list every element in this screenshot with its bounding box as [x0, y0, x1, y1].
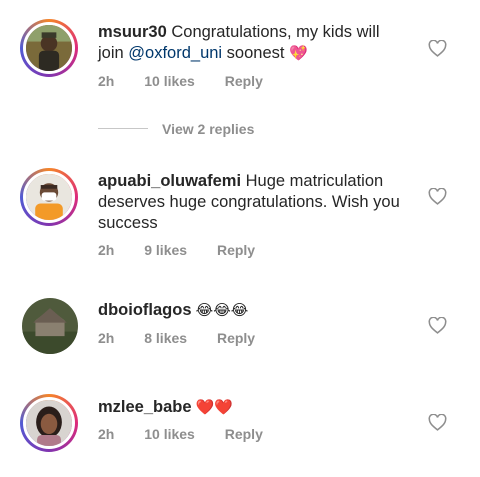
likes-count[interactable]: 10 likes — [144, 73, 195, 89]
likes-count[interactable]: 10 likes — [144, 426, 195, 442]
avatar[interactable] — [20, 19, 78, 77]
reply-button[interactable]: Reply — [225, 426, 263, 442]
avatar-image — [26, 25, 72, 71]
avatar-image — [26, 400, 72, 446]
comment-time: 2h — [98, 73, 115, 89]
reply-button[interactable]: Reply — [225, 73, 263, 89]
comment-meta: 2h 10 likes Reply — [98, 73, 263, 89]
avatar-image — [26, 174, 72, 220]
divider-line — [98, 128, 148, 129]
sparkling-heart-emoji: 💖 — [289, 45, 308, 62]
laughing-emoji: 😂😂😂 — [191, 302, 249, 319]
mention-link[interactable]: @oxford_uni — [128, 44, 222, 62]
comment-text: dboioflagos 😂😂😂 — [98, 300, 403, 321]
comment-text: mzlee_babe ❤️❤️ — [98, 397, 403, 418]
red-heart-emoji: ❤️❤️ — [191, 399, 234, 416]
likes-count[interactable]: 9 likes — [144, 242, 187, 258]
avatar[interactable] — [20, 168, 78, 226]
comment-time: 2h — [98, 330, 115, 346]
reply-button[interactable]: Reply — [217, 242, 255, 258]
comment-text: msuur30 Congratulations, my kids will jo… — [98, 23, 380, 62]
comment-meta: 2h 9 likes Reply — [98, 242, 255, 258]
comment-username[interactable]: apuabi_oluwafemi — [98, 172, 241, 190]
comment-username[interactable]: dboioflagos — [98, 301, 192, 319]
likes-count[interactable]: 8 likes — [144, 330, 187, 346]
comment-meta: 2h 10 likes Reply — [98, 426, 263, 442]
avatar[interactable] — [20, 394, 78, 452]
comment-time: 2h — [98, 426, 115, 442]
comment-time: 2h — [98, 242, 115, 258]
reply-button[interactable]: Reply — [217, 330, 255, 346]
comment-username[interactable]: mzlee_babe — [98, 398, 192, 416]
comment-username[interactable]: msuur30 — [98, 23, 167, 41]
avatar-image — [22, 298, 78, 354]
heart-outline-icon[interactable] — [428, 40, 447, 57]
comment-text: apuabi_oluwafemi Huge matriculation dese… — [98, 172, 400, 232]
heart-outline-icon[interactable] — [428, 414, 447, 431]
comment-meta: 2h 8 likes Reply — [98, 330, 255, 346]
heart-outline-icon[interactable] — [428, 188, 447, 205]
heart-outline-icon[interactable] — [428, 317, 447, 334]
avatar[interactable] — [22, 298, 78, 354]
